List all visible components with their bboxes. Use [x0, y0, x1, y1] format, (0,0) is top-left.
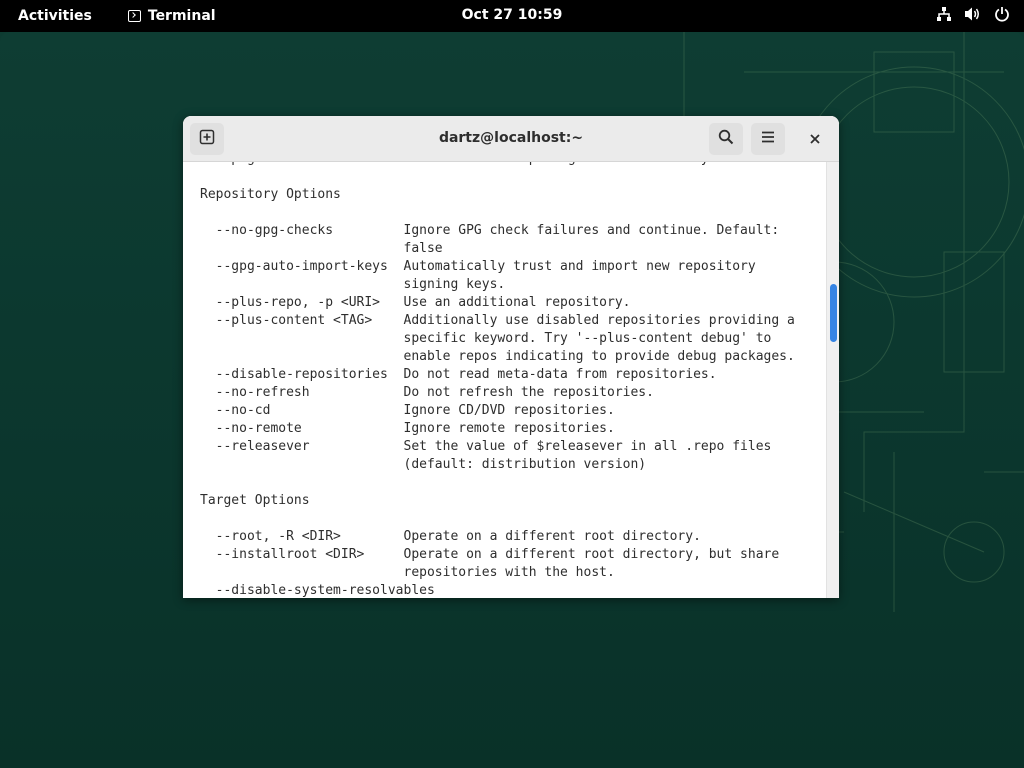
- network-icon[interactable]: [936, 6, 952, 22]
- close-button[interactable]: [799, 123, 831, 155]
- terminal-line: --no-remote Ignore remote repositories.: [200, 421, 615, 436]
- power-icon[interactable]: [994, 6, 1010, 22]
- terminal-window[interactable]: dartz@localhost:~ Repository Options --n…: [183, 116, 839, 598]
- clock[interactable]: Oct 27 10:59: [462, 7, 563, 23]
- terminal-line: enable repos indicating to provide debug…: [200, 349, 795, 364]
- terminal-line: (default: distribution version): [200, 457, 647, 472]
- search-button[interactable]: [709, 123, 743, 155]
- volume-icon[interactable]: [964, 6, 982, 22]
- title-bar[interactable]: dartz@localhost:~: [183, 116, 839, 162]
- terminal-output[interactable]: --pkg-cache-dir <DIR> Use alternative pa…: [183, 162, 826, 598]
- terminal-line: --releasever Set the value of $releaseve…: [200, 439, 772, 454]
- scrollbar-thumb[interactable]: [830, 284, 837, 342]
- terminal-icon: [127, 10, 141, 22]
- system-tray[interactable]: [936, 6, 1010, 22]
- window-title: dartz@localhost:~: [438, 130, 584, 146]
- terminal-line: false: [200, 241, 443, 256]
- scrollbar[interactable]: [826, 162, 839, 598]
- terminal-line: Target Options: [200, 493, 310, 508]
- terminal-line: --disable-system-resolvables: [200, 583, 435, 598]
- terminal-line: --gpg-auto-import-keys Automatically tru…: [200, 259, 756, 274]
- terminal-line: --plus-content <TAG> Additionally use di…: [200, 313, 795, 328]
- terminal-text: --pkg-cache-dir <DIR> Use alternative pa…: [200, 162, 795, 598]
- search-icon: [718, 129, 734, 149]
- app-menu[interactable]: Terminal: [127, 8, 216, 24]
- terminal-line: --root, -R <DIR> Operate on a different …: [200, 529, 701, 544]
- terminal-line: --installroot <DIR> Operate on a differe…: [200, 547, 780, 562]
- activities-button[interactable]: Activities: [18, 8, 92, 24]
- terminal-line: --pkg-cache-dir <DIR> Use alternative pa…: [200, 162, 795, 168]
- terminal-line: --no-refresh Do not refresh the reposito…: [200, 385, 654, 400]
- top-bar: Activities Terminal Oct 27 10:59: [0, 0, 1024, 32]
- terminal-line: repositories with the host.: [200, 565, 615, 580]
- terminal-line: signing keys.: [200, 277, 506, 292]
- hamburger-menu-icon: [760, 129, 776, 149]
- terminal-line: --disable-repositories Do not read meta-…: [200, 367, 717, 382]
- menu-button[interactable]: [751, 123, 785, 155]
- app-name: Terminal: [147, 8, 216, 24]
- terminal-line: --plus-repo, -p <URI> Use an additional …: [200, 295, 631, 310]
- terminal-line: Repository Options: [200, 187, 341, 202]
- terminal-line: --no-gpg-checks Ignore GPG check failure…: [200, 223, 780, 238]
- terminal-line: specific keyword. Try '--plus-content de…: [200, 331, 772, 346]
- terminal-line: --no-cd Ignore CD/DVD repositories.: [200, 403, 615, 418]
- close-icon: [809, 130, 821, 149]
